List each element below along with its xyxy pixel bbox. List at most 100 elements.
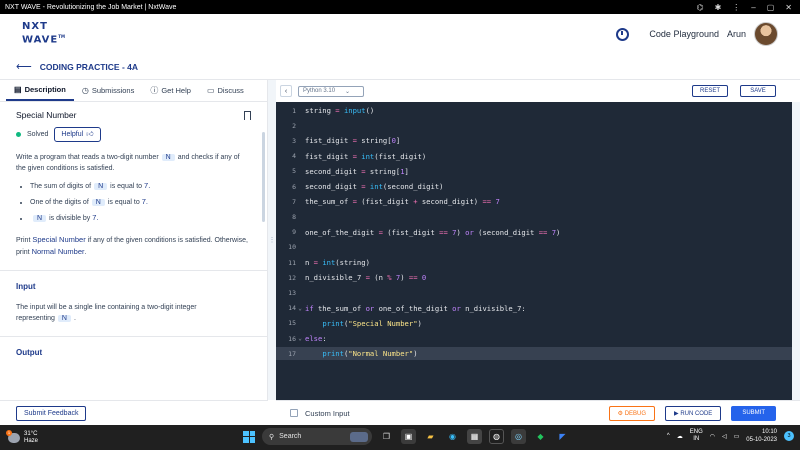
code-line[interactable]: 7 the_sum_of = (fist_digit + second_digit… [276, 195, 792, 208]
print-instruction: Print Special Number if any of the given… [16, 235, 248, 256]
notification-badge[interactable]: 3 [784, 431, 794, 441]
edge-browser-icon[interactable]: ◉ [445, 429, 460, 444]
code-text: the_sum_of = (fist_digit + second_digit)… [305, 197, 500, 207]
taskbar-search[interactable]: ⚲ Search [262, 428, 372, 445]
menu-dots-icon[interactable]: ⋮ [732, 3, 740, 12]
back-arrow-icon[interactable]: ⟵ [16, 60, 32, 73]
debug-button[interactable]: ⚙ DEBUG [608, 405, 656, 421]
bookmark-icon[interactable] [244, 111, 251, 120]
chrome-icon[interactable]: ◎ [511, 429, 526, 444]
line-number: 16 [288, 334, 296, 343]
tab-submissions[interactable]: ◷ Submissions [74, 80, 143, 101]
code-line[interactable]: 8 [276, 210, 792, 223]
clock[interactable]: 10:10 05-10-2023 [746, 428, 777, 444]
language-select[interactable]: Python 3.10 ⌄ [298, 85, 364, 97]
editor-toolbar: ‹ Python 3.10 ⌄ RESET SAVE [276, 80, 800, 102]
output-heading: Output [16, 348, 43, 357]
breadcrumb: ⟵ CODING PRACTICE - 4A [0, 54, 800, 80]
code-line[interactable]: 17 print("Normal Number") [276, 347, 792, 361]
line-number: 2 [292, 121, 296, 130]
save-button[interactable]: SAVE [740, 85, 776, 97]
code-line[interactable]: 6 second_digit = int(second_digit) [276, 180, 792, 193]
list-item: Nis divisible by 7. [30, 212, 251, 224]
maximize-icon[interactable]: ▢ [767, 3, 775, 12]
battery-icon[interactable]: ▭ [734, 433, 740, 440]
code-editor[interactable]: 1 string = input() 2 3 fist_digit = string[0… [276, 102, 792, 400]
tab-discuss[interactable]: ▭ Discuss [199, 80, 252, 101]
search-icon: ⚲ [269, 433, 275, 441]
extensions-icon[interactable]: ⌬ [697, 3, 704, 12]
left-footer: Submit Feedback [0, 400, 268, 425]
wifi-icon[interactable]: ◠ [710, 433, 715, 440]
panel-resize-handle[interactable]: ⋮ [268, 80, 276, 400]
code-line[interactable]: 5 second_digit = string[1] [276, 165, 792, 178]
code-line[interactable]: 16 ⌄ else: [276, 332, 792, 345]
solved-status: Solved [27, 131, 49, 138]
vscode-icon[interactable]: ◤ [555, 429, 570, 444]
language-indicator[interactable]: ENG IN [690, 429, 703, 443]
collapse-panel-button[interactable]: ‹ [280, 85, 292, 97]
input-heading: Input [16, 282, 36, 291]
editor-scrollbar[interactable] [792, 102, 800, 400]
line-number: 10 [288, 243, 296, 252]
search-highlight-icon [350, 431, 368, 442]
code-text: one_of_the_digit = (fist_digit == 7) or … [305, 227, 561, 237]
puzzle-icon[interactable]: ✱ [715, 3, 722, 12]
run-code-button[interactable]: ▶ RUN CODE [665, 405, 722, 421]
store-icon[interactable]: ▦ [467, 429, 482, 444]
line-number: 17 [288, 349, 296, 358]
task-view-icon[interactable]: ❐ [379, 429, 394, 444]
chevron-up-icon[interactable]: ^ [667, 433, 670, 439]
cloud-icon[interactable]: ☁ [677, 433, 683, 440]
close-icon[interactable]: ✕ [785, 3, 792, 12]
line-number: 12 [288, 273, 296, 282]
submit-button[interactable]: SUBMIT [731, 405, 776, 421]
description-scrollbar[interactable] [262, 132, 265, 222]
custom-input-label[interactable]: Custom Input [305, 409, 350, 418]
helpful-button[interactable]: Helpful 👍︎ [54, 127, 101, 142]
submit-feedback-button[interactable]: Submit Feedback [16, 405, 87, 421]
code-line[interactable]: 2 [276, 119, 792, 132]
code-line[interactable]: 3 fist_digit = string[0] [276, 134, 792, 147]
code-line[interactable]: 14 ⌄ if the_sum_of or one_of_the_digit or … [276, 302, 792, 315]
custom-input-checkbox[interactable] [290, 409, 298, 417]
code-text: print("Normal Number") [322, 349, 418, 359]
thumbs-up-icon: 👍︎ [86, 131, 94, 138]
widgets-icon[interactable]: ▣ [401, 429, 416, 444]
problem-description: Special Number Solved Helpful 👍︎ Write a… [0, 102, 267, 400]
code-line[interactable]: 1 string = input() [276, 104, 792, 117]
volume-icon[interactable]: ◁ [722, 433, 727, 440]
tab-description[interactable]: ▤ Description [6, 80, 74, 101]
condition-list: The sum of digits ofNis equal to 7. One … [16, 180, 251, 224]
code-line[interactable]: 11 n = int(string) [276, 256, 792, 269]
app-header: NXT WAVETM Code Playground Arun [0, 14, 800, 54]
document-icon: ▤ [14, 85, 22, 94]
fold-icon[interactable]: ⌄ [296, 335, 304, 342]
code-line[interactable]: 9 one_of_the_digit = (fist_digit == 7) or… [276, 226, 792, 239]
code-line[interactable]: 12 n_divisible_7 = (n % 7) == 0 [276, 271, 792, 284]
editor-footer: Custom Input ⚙ DEBUG ▶ RUN CODE SUBMIT [276, 400, 800, 425]
app-icon[interactable]: ◆ [533, 429, 548, 444]
code-text: second_digit = string[1] [305, 166, 409, 176]
timer-icon[interactable] [616, 27, 630, 41]
fold-icon[interactable]: ⌄ [296, 305, 304, 312]
code-text: n_divisible_7 = (n % 7) == 0 [305, 273, 427, 283]
file-explorer-icon[interactable]: ▰ [423, 429, 438, 444]
code-line[interactable]: 15 print("Special Number") [276, 317, 792, 330]
user-name[interactable]: Arun [727, 29, 746, 39]
tab-get-help[interactable]: ⓘ Get Help [142, 80, 199, 101]
code-line[interactable]: 4 fist_digit = int(fist_digit) [276, 150, 792, 163]
nxtwave-logo[interactable]: NXT WAVETM [22, 22, 65, 45]
code-playground-link[interactable]: Code Playground [649, 29, 719, 39]
code-line[interactable]: 10 [276, 241, 792, 254]
code-line[interactable]: 13 [276, 286, 792, 299]
code-text: fist_digit = int(fist_digit) [305, 151, 427, 161]
list-item: One of the digits ofNis equal to 7. [30, 196, 251, 208]
windows-start-icon[interactable] [243, 430, 255, 443]
line-number: 9 [292, 228, 296, 237]
dell-icon[interactable]: ◍ [489, 429, 504, 444]
minimize-icon[interactable]: – [751, 3, 755, 12]
avatar[interactable] [754, 22, 778, 46]
weather-widget[interactable]: 1 31°C Haze [0, 429, 38, 445]
reset-button[interactable]: RESET [692, 85, 728, 97]
